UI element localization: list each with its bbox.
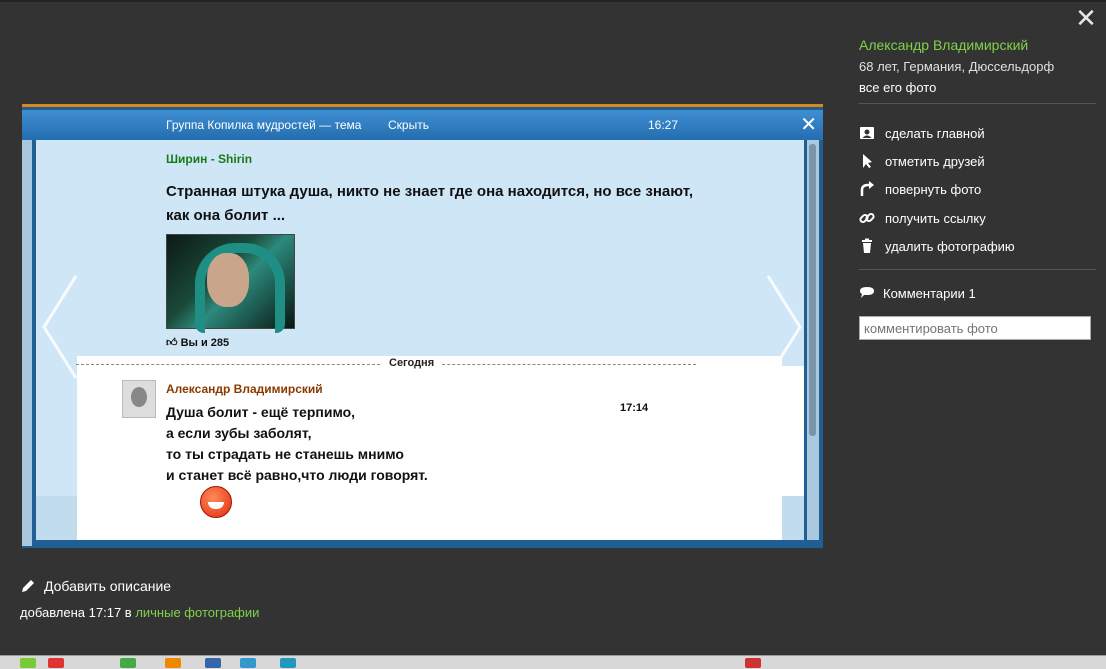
trash-icon bbox=[862, 238, 872, 253]
sidebar-divider bbox=[859, 269, 1096, 270]
chat-title: Группа Копилка мудростей — тема bbox=[166, 118, 362, 132]
get-link-label: получить ссылку bbox=[885, 211, 986, 226]
chat-scroll-thumb bbox=[809, 144, 816, 436]
reply-time: 17:14 bbox=[620, 402, 649, 414]
message-photo-thumbnail bbox=[166, 234, 295, 333]
owner-name-link[interactable]: Александр Владимирский bbox=[859, 37, 1028, 53]
top-border bbox=[0, 0, 1106, 2]
thumbs-up-icon: 👍︎ bbox=[166, 337, 181, 349]
tag-friends-action[interactable]: отметить друзей bbox=[859, 153, 985, 169]
cursor-icon bbox=[863, 154, 872, 168]
reply-line: а если зубы заболят, bbox=[166, 425, 312, 441]
comments-label: Комментарии 1 bbox=[883, 286, 976, 301]
avatar bbox=[122, 380, 156, 418]
message-likes: 👍︎ Вы и 285 bbox=[166, 336, 229, 349]
today-divider-label: Сегодня bbox=[381, 357, 443, 369]
close-icon[interactable]: ✕ bbox=[1072, 4, 1100, 32]
profile-card-icon bbox=[860, 127, 874, 139]
photo-image[interactable]: Группа Копилка мудростей — тема Скрыть 1… bbox=[22, 104, 823, 548]
reply-line: Душа болит - ещё терпимо, bbox=[166, 404, 356, 420]
taskbar-app-icon[interactable] bbox=[165, 658, 181, 668]
message-sender: Ширин - Shirin bbox=[166, 152, 253, 166]
get-link-action[interactable]: получить ссылку bbox=[859, 210, 986, 226]
all-photos-link[interactable]: все его фото bbox=[859, 80, 936, 95]
taskbar-app-icon[interactable] bbox=[120, 658, 136, 668]
add-description-button[interactable]: Добавить описание bbox=[20, 578, 171, 594]
comments-header: Комментарии 1 bbox=[859, 285, 976, 301]
taskbar-app-icon[interactable] bbox=[745, 658, 761, 668]
previous-photo-arrow-icon[interactable] bbox=[40, 272, 80, 382]
make-main-action[interactable]: сделать главной bbox=[859, 125, 985, 141]
rotate-photo-label: повернуть фото bbox=[885, 182, 982, 197]
taskbar-app-icon[interactable] bbox=[48, 658, 64, 668]
album-link[interactable]: личные фотографии bbox=[135, 605, 259, 620]
smiley-emoji-icon bbox=[200, 486, 232, 518]
reply-line: и станет всё равно,что люди говорят. bbox=[166, 467, 428, 483]
chat-close-icon: ✕ bbox=[800, 114, 817, 136]
chat-left-panel bbox=[22, 140, 32, 546]
taskbar-app-icon[interactable] bbox=[205, 658, 221, 668]
chat-hide-label: Скрыть bbox=[388, 118, 429, 132]
message-text: Странная штука душа, никто не знает где … bbox=[166, 183, 694, 224]
next-photo-arrow-icon[interactable] bbox=[764, 272, 804, 382]
make-main-label: сделать главной bbox=[885, 126, 985, 141]
tag-friends-label: отметить друзей bbox=[885, 154, 985, 169]
taskbar-strip bbox=[0, 655, 1106, 669]
taskbar-app-icon[interactable] bbox=[280, 658, 296, 668]
taskbar-app-icon[interactable] bbox=[20, 658, 36, 668]
pencil-icon bbox=[22, 580, 34, 592]
reply-line: то ты страдать не станешь мнимо bbox=[166, 446, 404, 462]
comment-input[interactable] bbox=[859, 316, 1091, 340]
sidebar-divider bbox=[859, 103, 1096, 104]
likes-count: Вы и 285 bbox=[180, 337, 230, 349]
rotate-photo-action[interactable]: повернуть фото bbox=[859, 181, 981, 197]
chat-today-area-edge bbox=[782, 366, 804, 496]
added-prefix: добавлена 17:17 в bbox=[20, 605, 132, 620]
reply-sender: Александр Владимирский bbox=[166, 382, 323, 396]
photo-top-stripe bbox=[22, 104, 823, 107]
chat-time: 16:27 bbox=[648, 118, 679, 132]
delete-photo-label: удалить фотографию bbox=[885, 239, 1015, 254]
link-icon bbox=[859, 212, 875, 224]
reply-text: Душа болит - ещё терпимо, а если зубы за… bbox=[166, 402, 428, 486]
speech-bubble-icon bbox=[860, 287, 874, 298]
owner-info: 68 лет, Германия, Дюссельдорф bbox=[859, 59, 1055, 74]
avatar-head bbox=[131, 387, 147, 407]
taskbar-app-icon[interactable] bbox=[240, 658, 256, 668]
add-description-label: Добавить описание bbox=[44, 578, 172, 594]
added-info: добавлена 17:17 в личные фотографии bbox=[20, 605, 259, 620]
delete-photo-action[interactable]: удалить фотографию bbox=[859, 238, 1015, 254]
thumbnail-face bbox=[207, 253, 249, 307]
rotate-icon bbox=[860, 181, 874, 196]
